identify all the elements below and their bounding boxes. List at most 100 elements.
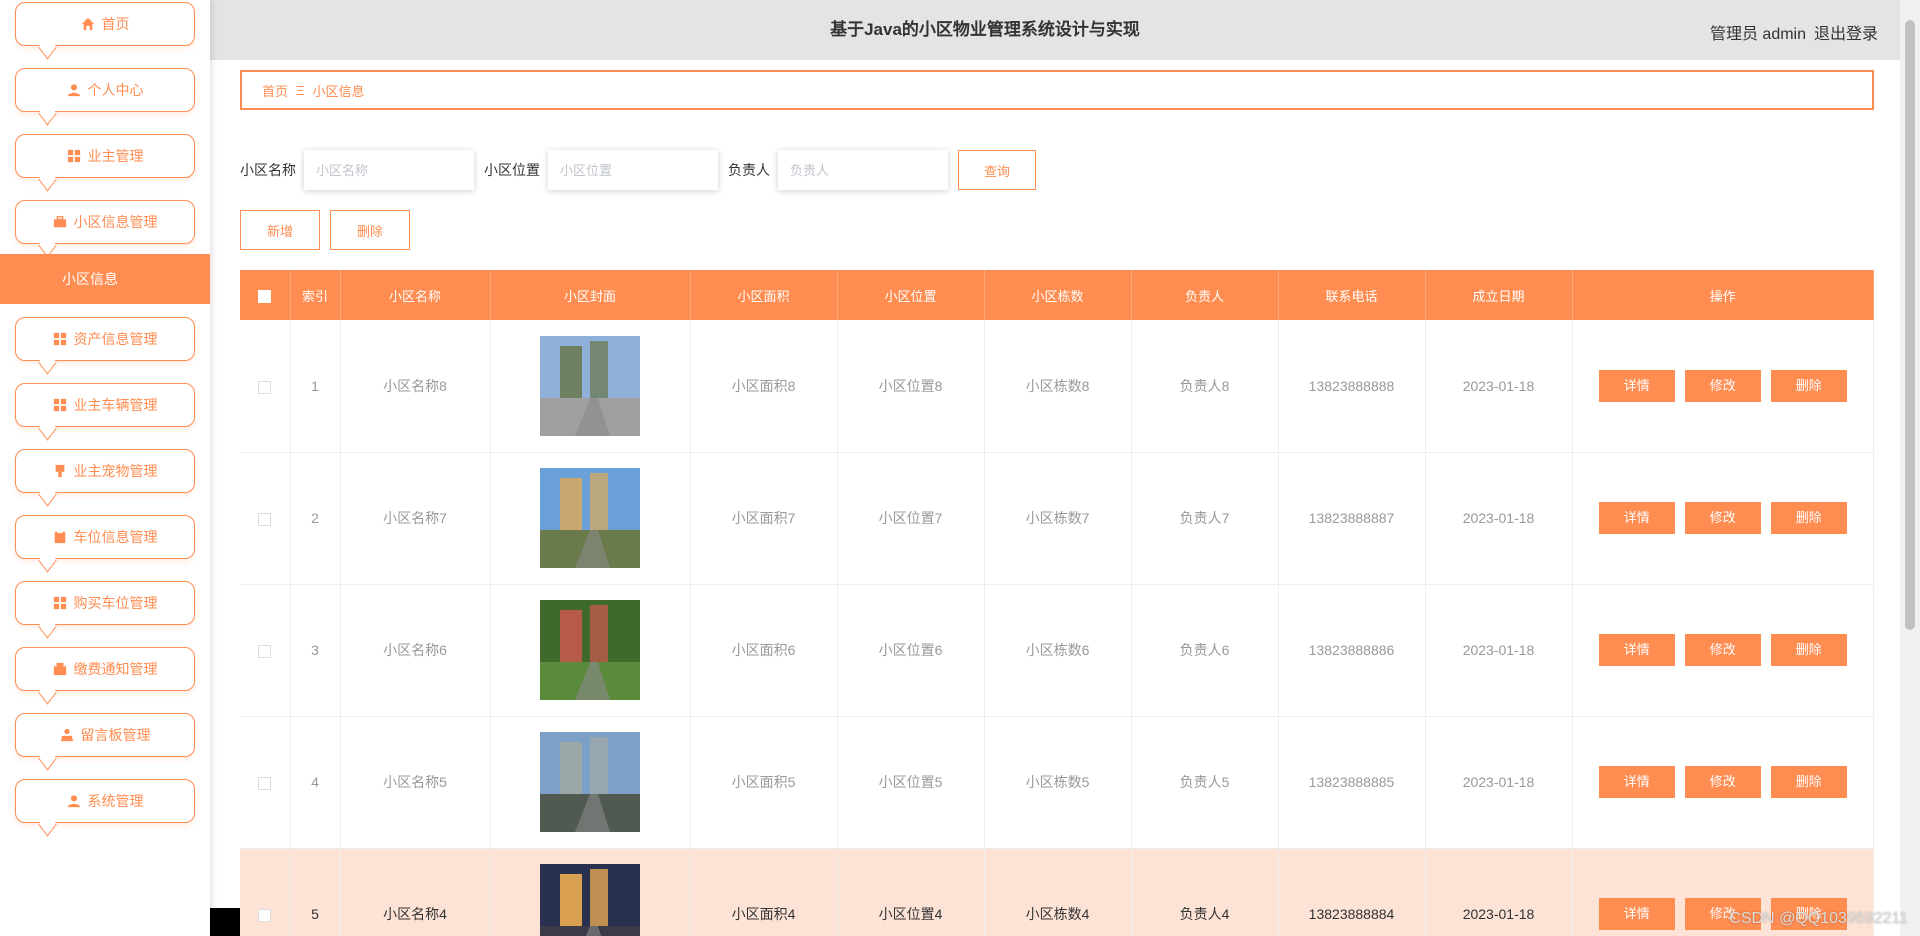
col-area: 小区面积 (690, 270, 838, 320)
breadcrumb-separator: Ξ (296, 82, 305, 98)
sidebar-item-owners[interactable]: 业主管理 (15, 134, 195, 178)
edit-button[interactable]: 修改 (1684, 766, 1761, 798)
row-delete-button[interactable]: 删除 (1770, 369, 1847, 402)
edit-button[interactable]: 修改 (1684, 502, 1761, 534)
query-button[interactable]: 查询 (958, 150, 1036, 190)
row-manager: 负责人8 (1131, 320, 1279, 453)
row-cover-cell (490, 584, 691, 717)
row-index: 5 (290, 848, 341, 936)
location-input[interactable] (548, 150, 718, 190)
delete-button[interactable]: 删除 (330, 210, 410, 250)
sidebar-subitem-community-info[interactable]: 小区信息 (0, 254, 210, 304)
row-select-cell (240, 320, 291, 453)
row-cover-cell (490, 716, 691, 849)
detail-button[interactable]: 详情 (1598, 634, 1675, 666)
col-index: 索引 (290, 270, 341, 320)
sidebar-item-label: 缴费通知管理 (73, 661, 158, 677)
row-checkbox[interactable] (258, 380, 272, 394)
grid-icon (53, 398, 67, 412)
sidebar-item-pets[interactable]: 业主宠物管理 (15, 449, 195, 493)
black-corner (210, 908, 240, 936)
logout-link[interactable]: 退出登录 (1814, 20, 1878, 44)
sidebar-item-system[interactable]: 系统管理 (15, 779, 195, 823)
table-row[interactable]: 2 小区名称7 小区面积7 小区位置7 小区栋数7 负责人7 13823888887 2023… (240, 452, 1874, 585)
row-actions: 详情 修改 删除 (1572, 716, 1874, 849)
select-all-checkbox[interactable] (258, 289, 272, 303)
cover-image (540, 600, 640, 700)
cover-image (540, 864, 640, 936)
col-phone: 联系电话 (1278, 270, 1426, 320)
row-area: 小区面积8 (690, 320, 838, 453)
vertical-scrollbar[interactable] (1900, 0, 1920, 936)
grid-icon (67, 149, 81, 163)
col-name: 小区名称 (340, 270, 491, 320)
table-row[interactable]: 4 小区名称5 小区面积5 小区位置5 小区栋数5 负责人5 13823888885 2023… (240, 716, 1874, 849)
row-delete-button[interactable]: 删除 (1770, 502, 1847, 534)
col-actions: 操作 (1572, 270, 1874, 320)
sidebar-item-label: 资产信息管理 (73, 331, 158, 347)
table-row[interactable]: 3 小区名称6 小区面积6 小区位置6 小区栋数6 负责人6 13823888886 2023… (240, 584, 1874, 717)
row-date: 2023-01-18 (1425, 716, 1573, 849)
row-name: 小区名称6 (340, 584, 491, 717)
location-label: 小区位置 (484, 162, 540, 178)
row-checkbox[interactable] (258, 644, 272, 658)
sidebar-item-parking[interactable]: 车位信息管理 (15, 515, 195, 559)
col-location: 小区位置 (837, 270, 985, 320)
scrollbar-thumb[interactable] (1905, 20, 1915, 630)
col-manager: 负责人 (1131, 270, 1279, 320)
name-input[interactable] (304, 150, 474, 190)
row-delete-button[interactable]: 删除 (1770, 766, 1847, 798)
row-name: 小区名称7 (340, 452, 491, 585)
detail-button[interactable]: 详情 (1598, 502, 1675, 534)
col-buildings: 小区栋数 (984, 270, 1132, 320)
row-select-cell (240, 716, 291, 849)
row-name: 小区名称8 (340, 320, 491, 453)
sidebar-item-label: 业主宠物管理 (73, 463, 158, 479)
row-cover-cell (490, 848, 691, 936)
row-date: 2023-01-18 (1425, 848, 1573, 936)
row-checkbox[interactable] (258, 908, 272, 922)
sidebar-item-vehicles[interactable]: 业主车辆管理 (15, 383, 195, 427)
edit-button[interactable]: 修改 (1684, 634, 1761, 666)
sidebar-item-payment[interactable]: 缴费通知管理 (15, 647, 195, 691)
home-icon (81, 17, 95, 31)
table-row[interactable]: 1 小区名称8 小区面积8 小区位置8 小区栋数8 负责人8 13823888888 2023… (240, 320, 1874, 453)
row-checkbox[interactable] (258, 512, 272, 526)
sidebar-item-assets[interactable]: 资产信息管理 (15, 317, 195, 361)
sidebar-item-profile[interactable]: 个人中心 (15, 68, 195, 112)
breadcrumb-home[interactable]: 首页 (262, 81, 288, 100)
stamp-icon (60, 728, 74, 742)
marker-icon (53, 464, 67, 478)
detail-button[interactable]: 详情 (1598, 369, 1675, 402)
edit-button[interactable]: 修改 (1684, 369, 1761, 402)
row-actions: 详情 修改 删除 (1572, 452, 1874, 585)
row-delete-button[interactable]: 删除 (1770, 634, 1847, 666)
row-buildings: 小区栋数6 (984, 584, 1132, 717)
row-index: 2 (290, 452, 341, 585)
sidebar-item-label: 首页 (101, 16, 130, 32)
sidebar-item-buy-parking[interactable]: 购买车位管理 (15, 581, 195, 625)
row-select-cell (240, 848, 291, 936)
row-name: 小区名称5 (340, 716, 491, 849)
user-icon (67, 794, 81, 808)
grid-icon (53, 332, 67, 346)
briefcase-icon (53, 215, 67, 229)
sidebar-item-messages[interactable]: 留言板管理 (15, 713, 195, 757)
manager-input[interactable] (778, 150, 948, 190)
sidebar-item-home[interactable]: 首页 (15, 2, 195, 46)
row-phone: 13823888887 (1278, 452, 1426, 585)
row-checkbox[interactable] (258, 776, 272, 790)
sidebar-item-label: 业主管理 (87, 148, 144, 164)
detail-button[interactable]: 详情 (1598, 898, 1675, 930)
sidebar-item-community[interactable]: 小区信息管理 (15, 200, 195, 244)
row-area: 小区面积4 (690, 848, 838, 936)
name-label: 小区名称 (240, 162, 296, 178)
actions-row: 新增 删除 (240, 210, 410, 250)
new-button[interactable]: 新增 (240, 210, 320, 250)
row-phone: 13823888885 (1278, 716, 1426, 849)
table-row[interactable]: 5 小区名称4 小区面积4 小区位置4 小区栋数4 负责人4 13823888884 2023… (240, 848, 1874, 936)
top-header: 基于Java的小区物业管理系统设计与实现 管理员 admin 退出登录 (210, 0, 1900, 60)
row-date: 2023-01-18 (1425, 320, 1573, 453)
row-location: 小区位置5 (837, 716, 985, 849)
detail-button[interactable]: 详情 (1598, 766, 1675, 798)
